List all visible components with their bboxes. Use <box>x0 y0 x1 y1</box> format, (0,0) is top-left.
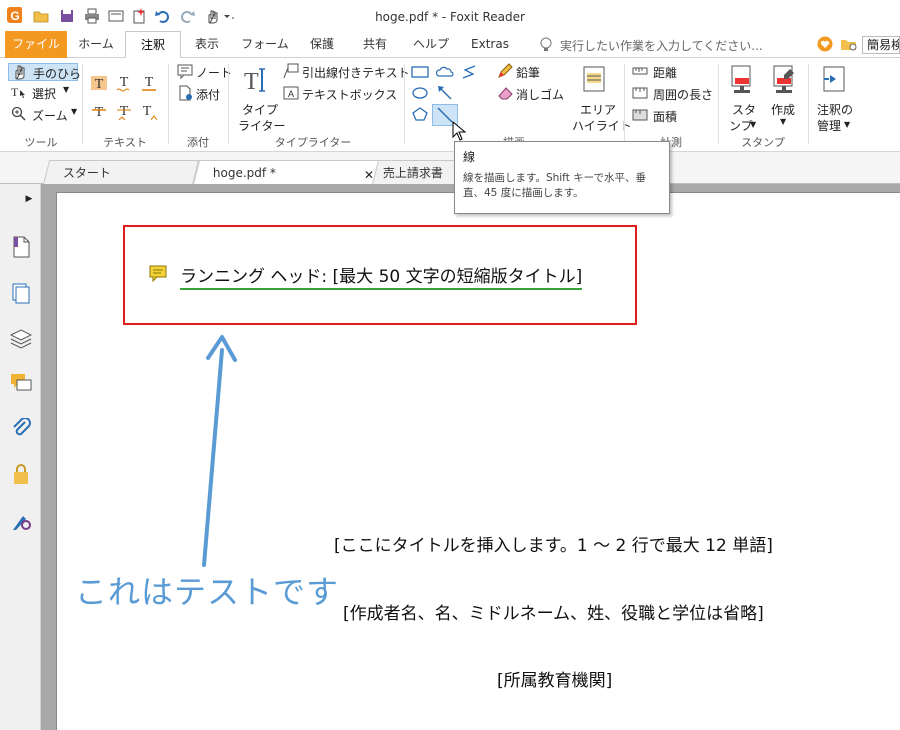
tooltip-title: 線 <box>463 150 476 164</box>
institution-placeholder: [所属教育機関] <box>497 671 613 691</box>
annotation-text[interactable]: これはテストです <box>75 567 339 613</box>
tooltip-body: 線を描画します。Shift キーで水平、垂直、45 度に描画します。 <box>463 172 647 199</box>
title-placeholder: [ここにタイトルを挿入します。1 〜 2 行で最大 12 単語] <box>334 536 773 556</box>
mouse-cursor-icon <box>452 121 466 141</box>
line-tool-tooltip: 線 線を描画します。Shift キーで水平、垂直、45 度に描画します。 <box>454 141 670 214</box>
author-placeholder: [作成者名、名、ミドルネーム、姓、役職と学位は省略] <box>343 604 764 624</box>
